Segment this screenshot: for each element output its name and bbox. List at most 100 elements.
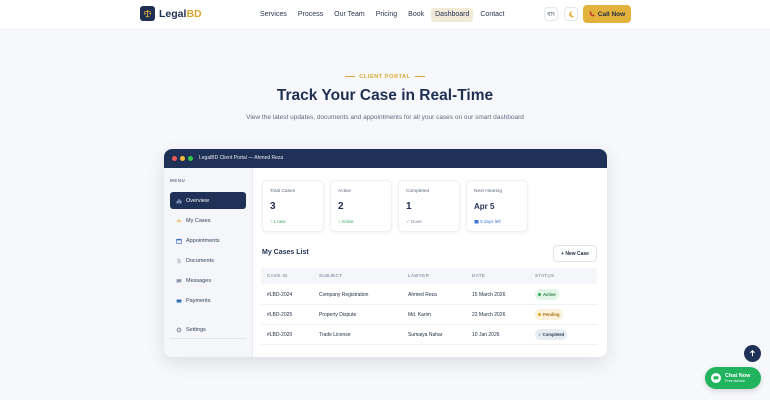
sidebar-item-label: Messages [186,277,212,284]
sidebar-item-label: My Cases [186,217,211,224]
sidebar-item-appointments[interactable]: Appointments [170,232,246,249]
sidebar-item-payments[interactable]: Payments [170,292,246,309]
section-subtitle: View the latest updates, documents and a… [246,114,524,121]
arrow-up-icon [750,350,755,357]
sidebar-item-label: Settings [186,326,206,333]
scroll-to-top-button[interactable] [744,345,761,362]
sidebar-item-label: Documents [186,257,214,264]
close-dot [172,156,177,161]
cases-table-header: CASE ID SUBJECT LAWYER DATE STATUS [261,268,597,284]
chat-now-button[interactable]: Chat Now Free Advice [705,367,761,389]
sidebar-divider [170,338,246,339]
case-date: 15 March 2026 [472,292,506,298]
nav-book[interactable]: Book [404,8,428,22]
stat-label: Completed [406,189,430,194]
sidebar-item-settings[interactable]: Settings [170,321,246,338]
stat-note: ↑ 1 new [270,219,286,224]
column-header-lawyer: LAWYER [408,273,430,278]
minimize-dot [180,156,185,161]
stat-label: Active [338,189,352,194]
theme-toggle-button[interactable] [564,7,578,21]
nav-pricing[interactable]: Pricing [372,8,401,22]
table-row[interactable]: #LBD-2024 Company Registration Ahmed Rez… [261,285,597,305]
section-eyebrow: CLIENT PORTAL [0,74,770,80]
call-now-label: Call Now [597,10,626,18]
chat-text: Chat Now Free Advice [725,373,750,383]
chat-sub-label: Free Advice [725,379,746,383]
call-now-button[interactable]: Call Now [583,5,631,23]
sidebar-item-label: Appointments [186,237,220,244]
phone-icon [589,11,595,17]
scale-icon [176,218,182,224]
sidebar-item-messages[interactable]: Messages [170,272,246,289]
section-title: Track Your Case in Real-Time [276,87,494,104]
case-lawyer: Md. Karim [408,312,431,318]
portal-sidebar: MENU Overview My Cases Appointments Docu… [164,168,253,357]
stat-note: ↑ Active [338,219,354,224]
document-icon [176,258,182,264]
stat-value: 1 [406,201,412,212]
column-header-case-id: CASE ID [267,273,288,278]
sidebar-item-documents[interactable]: Documents [170,252,246,269]
stat-note: ✓ Done [406,219,422,224]
calendar-icon [474,220,479,224]
case-subject: Trade License [319,332,351,338]
table-row[interactable]: #LBD-2020 Trade License Sumaiya Nahar 10… [261,325,597,345]
brand-name: LegalBD [159,7,202,20]
maximize-dot [188,156,193,161]
stat-card-total-cases: Total Cases 3 ↑ 1 new [262,180,324,232]
window-title: LegalBD Client Portal — Ahmed Reza [199,155,284,161]
sidebar-item-my-cases[interactable]: My Cases [170,212,246,229]
stat-value: 3 [270,201,276,212]
column-header-status: STATUS [535,273,555,278]
case-subject: Property Dispute [319,312,357,318]
nav-services[interactable]: Services [256,8,291,22]
column-header-subject: SUBJECT [319,273,343,278]
table-row[interactable]: #LBD-2025 Property Dispute Md. Karim 22 … [261,305,597,325]
gear-icon [176,327,182,333]
sidebar-item-overview[interactable]: Overview [170,192,246,209]
status-dot-icon [538,313,541,316]
nav-contact[interactable]: Contact [476,8,508,22]
new-case-button[interactable]: + New Case [553,245,597,262]
cases-list-title: My Cases List [262,249,309,256]
chat-bubble-icon [711,373,721,383]
nav-our-team[interactable]: Our Team [330,8,369,22]
stat-label: Next Hearing [474,189,502,194]
stat-value: 2 [338,201,344,212]
language-toggle-button[interactable]: বাং [544,7,558,21]
stat-label: Total Cases [270,189,296,194]
nav-dashboard[interactable]: Dashboard [431,8,474,22]
column-header-date: DATE [472,273,486,278]
main-nav: Services Process Our Team Pricing Book D… [256,8,512,22]
status-badge: Active [535,289,559,300]
case-subject: Company Registration [319,292,369,298]
calendar-icon [176,238,182,244]
case-date: 10 Jan 2026 [472,332,500,338]
sidebar-item-label: Overview [186,197,209,204]
navbar: LegalBD Services Process Our Team Pricin… [0,0,770,30]
nav-process[interactable]: Process [294,8,327,22]
status-dot-icon [538,293,541,296]
case-id: #LBD-2020 [267,332,293,338]
window-title-bar: LegalBD Client Portal — Ahmed Reza [164,149,607,168]
stat-card-active: Active 2 ↑ Active [330,180,392,232]
menu-label: MENU [170,178,186,183]
stat-note: 5 days left [474,219,501,224]
status-badge: Pending [535,309,563,320]
stat-card-next-hearing: Next Hearing Apr 5 5 days left [466,180,528,232]
stat-value: Apr 5 [474,202,495,211]
case-lawyer: Ahmed Reza [408,292,437,298]
case-id: #LBD-2025 [267,312,293,318]
client-portal-window: LegalBD Client Portal — Ahmed Reza MENU … [164,149,607,357]
status-badge: ✓ Completed [535,329,568,340]
stat-card-completed: Completed 1 ✓ Done [398,180,460,232]
scale-logo-icon [140,6,155,21]
moon-icon [568,11,574,17]
card-icon [176,298,182,304]
logo[interactable]: LegalBD [140,6,202,21]
case-date: 22 March 2026 [472,312,506,318]
sidebar-item-label: Payments [186,297,211,304]
message-icon [176,278,182,284]
case-lawyer: Sumaiya Nahar [408,332,443,338]
